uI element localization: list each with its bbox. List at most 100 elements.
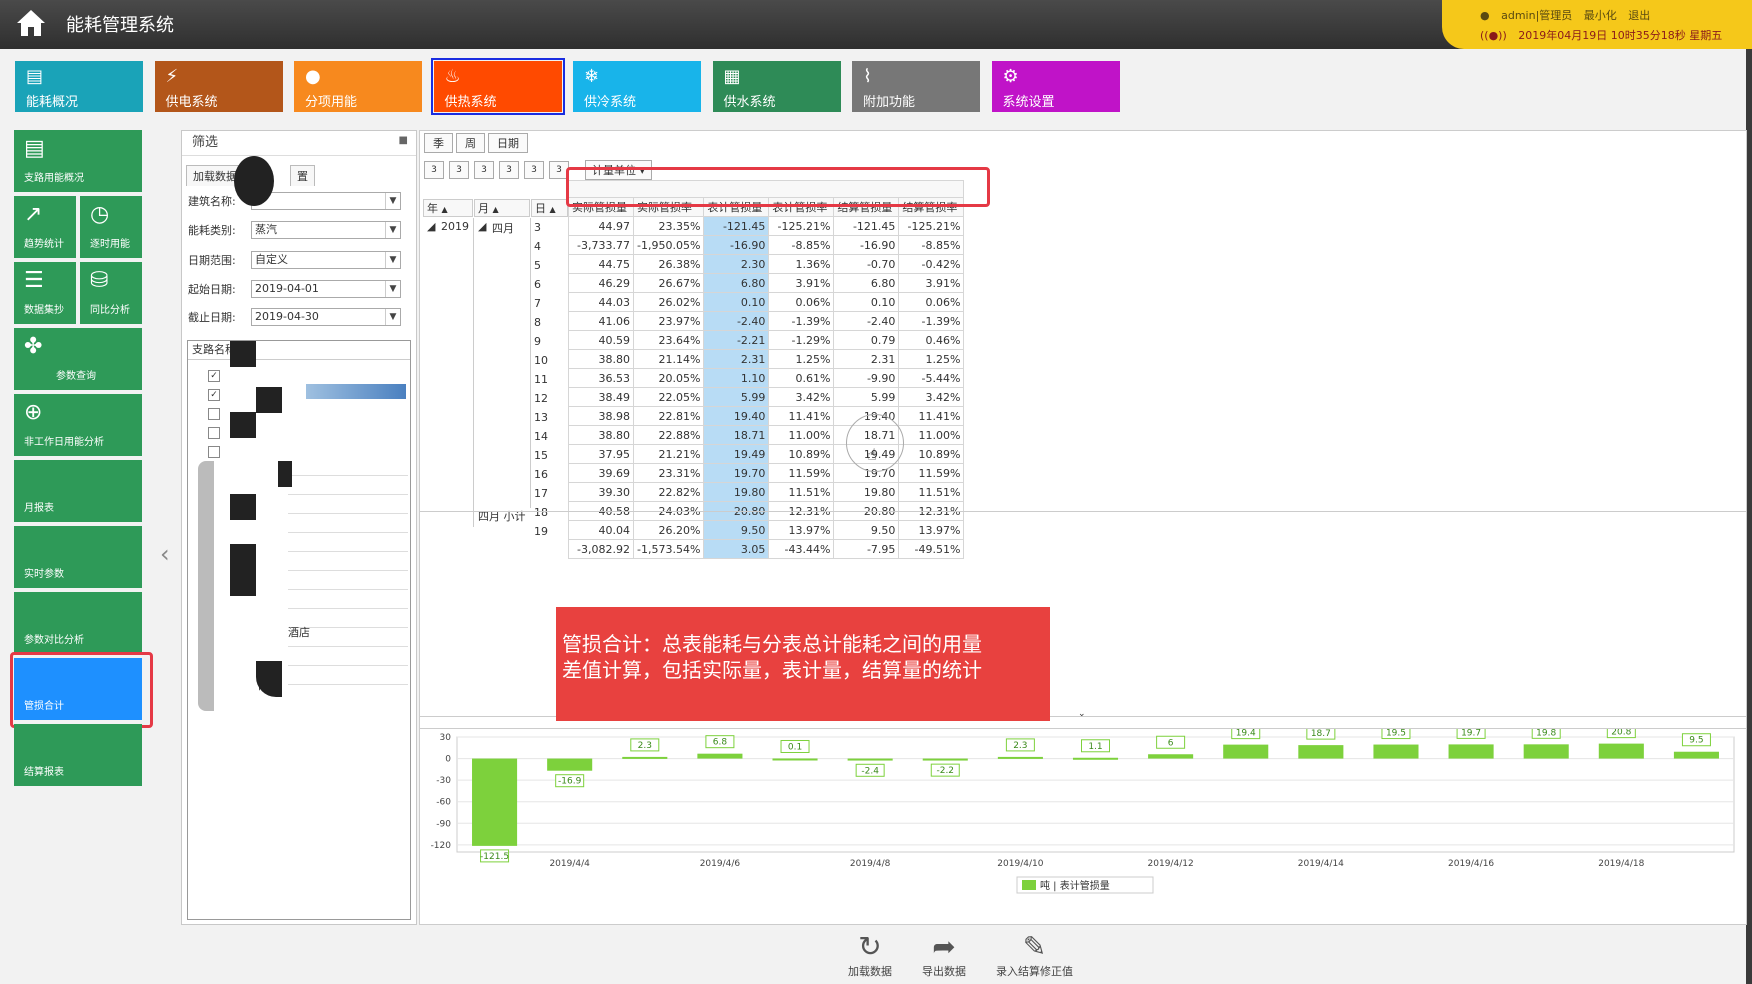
side-tile-branch-overview[interactable]: ▤ 支路用能概况 bbox=[14, 130, 142, 192]
chevron-down-icon[interactable]: ▼ bbox=[385, 309, 400, 325]
logout-button[interactable]: 退出 bbox=[1628, 9, 1650, 22]
side-tile-trend[interactable]: ↗ 趋势统计 bbox=[14, 196, 76, 258]
table-cell[interactable]: 23.97% bbox=[632, 311, 705, 331]
field-button[interactable]: 3 bbox=[524, 161, 544, 179]
table-cell[interactable]: 36.53 bbox=[568, 368, 634, 388]
table-cell[interactable]: -125.21% bbox=[898, 216, 965, 236]
table-row[interactable]: 46.29 26.67% 6.80 3.91% 6.80 3.91% bbox=[568, 273, 965, 293]
table-cell[interactable]: 44.97 bbox=[568, 216, 634, 236]
table-cell[interactable]: -2.40 bbox=[703, 311, 770, 331]
table-cell[interactable]: 11.51% bbox=[898, 482, 965, 502]
table-cell[interactable]: 5.99 bbox=[703, 387, 770, 407]
alarm-icon[interactable]: ((●)) bbox=[1480, 29, 1507, 42]
table-cell[interactable]: 9.50 bbox=[703, 520, 770, 540]
end-date-field[interactable]: 2019-04-30 ▼ bbox=[251, 308, 401, 326]
table-cell[interactable]: 21.21% bbox=[632, 444, 705, 464]
table-cell[interactable]: 6.80 bbox=[703, 273, 770, 293]
table-cell[interactable]: 22.88% bbox=[632, 425, 705, 445]
table-cell[interactable]: 0.10 bbox=[833, 292, 900, 312]
table-row[interactable]: 44.75 26.38% 2.30 1.36% -0.70 -0.42% bbox=[568, 254, 965, 274]
table-cell[interactable]: 2.31 bbox=[833, 349, 900, 369]
table-cell[interactable]: 38.49 bbox=[568, 387, 634, 407]
side-tile-data-collect[interactable]: ☰ 数据集抄 bbox=[14, 262, 76, 324]
chevron-down-icon[interactable]: ▼ bbox=[385, 193, 400, 209]
energy-select[interactable]: 蒸汽 ▼ bbox=[251, 221, 401, 239]
table-cell[interactable]: 0.61% bbox=[768, 368, 835, 388]
table-cell[interactable]: 22.82% bbox=[632, 482, 705, 502]
chevron-down-icon[interactable]: ▼ bbox=[385, 252, 400, 268]
export-button[interactable]: ➦ 导出数据 bbox=[922, 931, 966, 979]
table-cell[interactable]: 44.03 bbox=[568, 292, 634, 312]
table-cell[interactable]: -9.90 bbox=[833, 368, 900, 388]
table-cell[interactable]: 11.51% bbox=[768, 482, 835, 502]
table-cell[interactable]: 38.80 bbox=[568, 425, 634, 445]
table-cell[interactable]: 0.79 bbox=[833, 330, 900, 350]
table-cell[interactable]: -125.21% bbox=[768, 216, 835, 236]
table-cell[interactable]: 1.25% bbox=[768, 349, 835, 369]
field-button[interactable]: 3 bbox=[474, 161, 494, 179]
table-cell[interactable]: 10.89% bbox=[898, 444, 965, 464]
table-cell[interactable]: -0.70 bbox=[833, 254, 900, 274]
side-tile-realtime[interactable]: 实时参数 bbox=[14, 526, 142, 588]
branch-checkbox[interactable] bbox=[208, 446, 220, 458]
table-cell[interactable]: 13.97% bbox=[898, 520, 965, 540]
nav-tile-1[interactable]: ⚡ 供电系统 bbox=[154, 61, 283, 112]
side-tile-settlement[interactable]: 结算报表 bbox=[14, 724, 142, 786]
table-cell[interactable]: 26.20% bbox=[632, 520, 705, 540]
table-row[interactable]: 38.98 22.81% 19.40 11.41% 19.40 11.41% bbox=[568, 406, 965, 426]
chevron-down-icon[interactable]: ▼ bbox=[385, 281, 400, 297]
table-cell[interactable]: 23.64% bbox=[632, 330, 705, 350]
table-cell[interactable]: -16.90 bbox=[833, 235, 900, 255]
expand-icon[interactable]: ◢ bbox=[478, 220, 486, 233]
table-cell[interactable]: -3,733.77 bbox=[568, 235, 634, 255]
table-cell[interactable]: 3.91% bbox=[898, 273, 965, 293]
splitter-chevron-icon[interactable]: ⌄ bbox=[1078, 709, 1086, 719]
table-row[interactable]: 40.59 23.64% -2.21 -1.29% 0.79 0.46% bbox=[568, 330, 965, 350]
tab-week[interactable]: 周 bbox=[456, 133, 485, 153]
table-cell[interactable]: 18.71 bbox=[703, 425, 770, 445]
table-cell[interactable]: -2.40 bbox=[833, 311, 900, 331]
table-cell[interactable]: 1.10 bbox=[703, 368, 770, 388]
table-row[interactable]: 38.80 22.88% 18.71 11.00% 18.71 11.00% bbox=[568, 425, 965, 445]
table-row[interactable]: -3,733.77 -1,950.05% -16.90 -8.85% -16.90 -8.… bbox=[568, 235, 965, 255]
table-cell[interactable]: -0.42% bbox=[898, 254, 965, 274]
table-cell[interactable]: 1.25% bbox=[898, 349, 965, 369]
table-cell[interactable]: 3.91% bbox=[768, 273, 835, 293]
field-button[interactable]: 3 bbox=[424, 161, 444, 179]
branch-checkbox[interactable]: ✓ bbox=[208, 370, 220, 382]
expand-icon[interactable]: ◢ bbox=[427, 220, 435, 233]
tab-settings[interactable]: 置 bbox=[290, 165, 315, 186]
table-cell[interactable]: 3.42% bbox=[768, 387, 835, 407]
nav-tile-5[interactable]: ▦ 供水系统 bbox=[712, 61, 841, 112]
chevron-down-icon[interactable]: ▼ bbox=[385, 222, 400, 238]
table-cell[interactable]: 11.59% bbox=[898, 463, 965, 483]
table-row[interactable]: 41.06 23.97% -2.40 -1.39% -2.40 -1.39% bbox=[568, 311, 965, 331]
table-cell[interactable]: 1.36% bbox=[768, 254, 835, 274]
enter-correction-button[interactable]: ✎ 录入结算修正值 bbox=[996, 931, 1073, 979]
side-tile-yoy[interactable]: ⛁ 同比分析 bbox=[80, 262, 142, 324]
table-cell[interactable]: 19.70 bbox=[703, 463, 770, 483]
table-cell[interactable]: 3.42% bbox=[898, 387, 965, 407]
table-row[interactable]: 39.30 22.82% 19.80 11.51% 19.80 11.51% bbox=[568, 482, 965, 502]
table-row[interactable]: 39.69 23.31% 19.70 11.59% 19.70 11.59% bbox=[568, 463, 965, 483]
side-tile-nonworkday[interactable]: ⊕ 非工作日用能分析 bbox=[14, 394, 142, 456]
reload-button[interactable]: ↻ 加载数据 bbox=[848, 931, 892, 979]
table-cell[interactable]: 39.30 bbox=[568, 482, 634, 502]
nav-tile-7[interactable]: ⚙ 系统设置 bbox=[991, 61, 1120, 112]
table-cell[interactable]: 38.98 bbox=[568, 406, 634, 426]
table-cell[interactable]: 20.05% bbox=[632, 368, 705, 388]
tab-quarter[interactable]: 季 bbox=[424, 133, 453, 153]
table-cell[interactable]: 22.81% bbox=[632, 406, 705, 426]
table-cell[interactable]: 11.41% bbox=[898, 406, 965, 426]
branch-checkbox[interactable]: ✓ bbox=[208, 389, 220, 401]
table-cell[interactable]: 19.80 bbox=[833, 482, 900, 502]
table-row[interactable]: 40.04 26.20% 9.50 13.97% 9.50 13.97% bbox=[568, 520, 965, 540]
table-cell[interactable]: 11.00% bbox=[768, 425, 835, 445]
branch-item-hotel[interactable]: 酒店 bbox=[288, 624, 310, 640]
table-cell[interactable]: 2.30 bbox=[703, 254, 770, 274]
pin-icon[interactable]: ■ bbox=[399, 135, 408, 146]
table-row[interactable]: 44.97 23.35% -121.45 -125.21% -121.45 -125.21… bbox=[568, 216, 965, 236]
table-cell[interactable]: 10.89% bbox=[768, 444, 835, 464]
table-cell[interactable]: -1.39% bbox=[898, 311, 965, 331]
dim-header-year[interactable]: 年 ▲ bbox=[423, 199, 473, 217]
